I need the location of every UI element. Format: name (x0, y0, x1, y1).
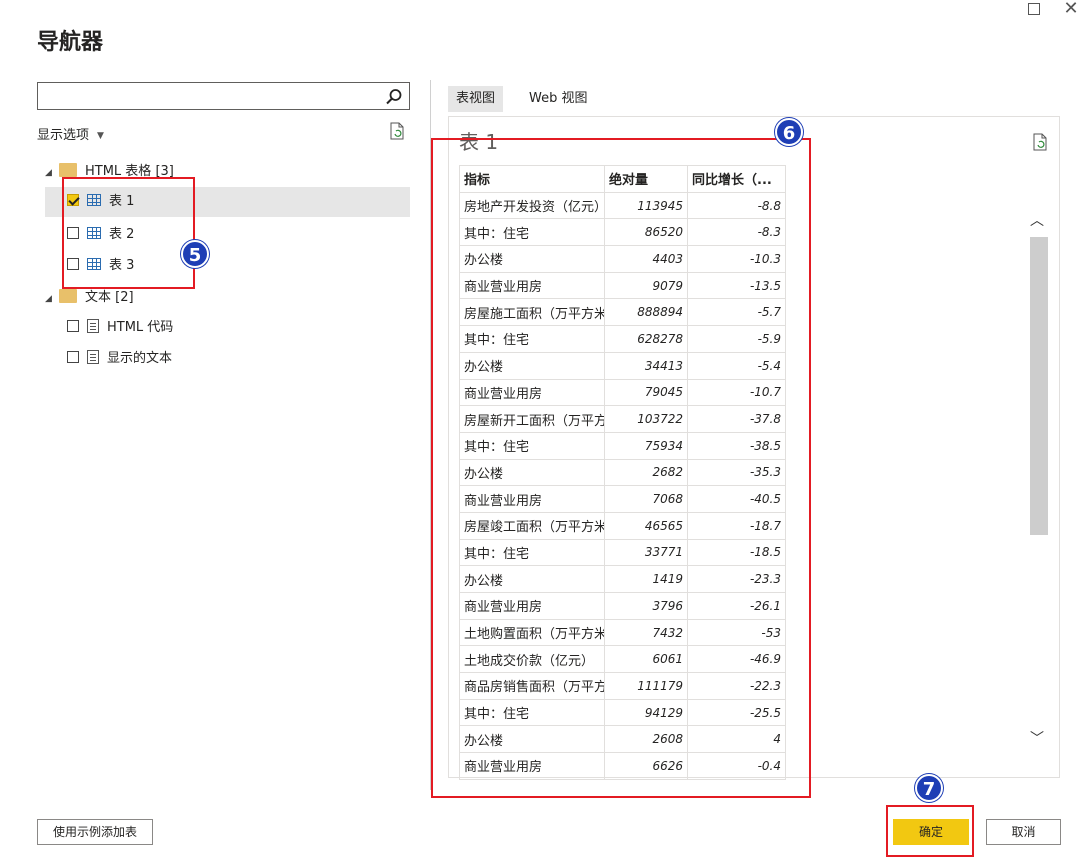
display-options-dropdown[interactable]: 显示选项 ▼ (37, 124, 104, 143)
folder-icon (59, 163, 77, 177)
search-input[interactable] (38, 83, 378, 109)
tab-web-view[interactable]: Web 视图 (521, 86, 595, 112)
tree-item-label: 显示的文本 (107, 351, 173, 366)
maximize-icon[interactable] (1028, 3, 1040, 15)
scroll-up-icon[interactable]: ︿ (1030, 210, 1044, 230)
step-badge-5: 5 (181, 240, 209, 268)
checkbox-displayed-text[interactable] (67, 351, 79, 363)
cancel-button[interactable]: 取消 (986, 819, 1061, 845)
chevron-down-icon: ▼ (97, 130, 104, 141)
step-badge-7: 7 (915, 774, 943, 802)
refresh-icon[interactable] (1032, 133, 1048, 151)
highlight-box-ok-button (886, 805, 974, 857)
tree-item-label: HTML 代码 (107, 320, 174, 335)
tab-table-view[interactable]: 表视图 (448, 86, 504, 112)
search-box (37, 82, 410, 110)
text-document-icon (87, 319, 99, 333)
text-document-icon (87, 350, 99, 364)
highlight-box-tree-tables (62, 177, 195, 289)
add-table-by-example-button[interactable]: 使用示例添加表 (37, 819, 153, 845)
checkbox-html-code[interactable] (67, 320, 79, 332)
step-badge-6: 6 (775, 118, 803, 146)
display-options-label: 显示选项 (37, 128, 90, 143)
close-icon[interactable]: ✕ (1060, 0, 1082, 20)
scroll-down-icon[interactable]: ﹀ (1030, 728, 1044, 748)
expand-arrow-icon[interactable]: ◢ (45, 284, 59, 314)
tree-item-displayed-text[interactable]: 显示的文本 (67, 344, 172, 374)
folder-icon (59, 289, 77, 303)
scrollbar-thumb[interactable] (1030, 237, 1048, 535)
search-icon[interactable] (385, 88, 403, 106)
highlight-box-preview-table (431, 138, 811, 798)
tree-item-html-code[interactable]: HTML 代码 (67, 313, 173, 343)
expand-arrow-icon[interactable]: ◢ (45, 158, 59, 188)
refresh-icon[interactable] (389, 122, 405, 140)
tree-group-label: 文本 [2] (85, 290, 134, 305)
page-title: 导航器 (37, 30, 104, 55)
